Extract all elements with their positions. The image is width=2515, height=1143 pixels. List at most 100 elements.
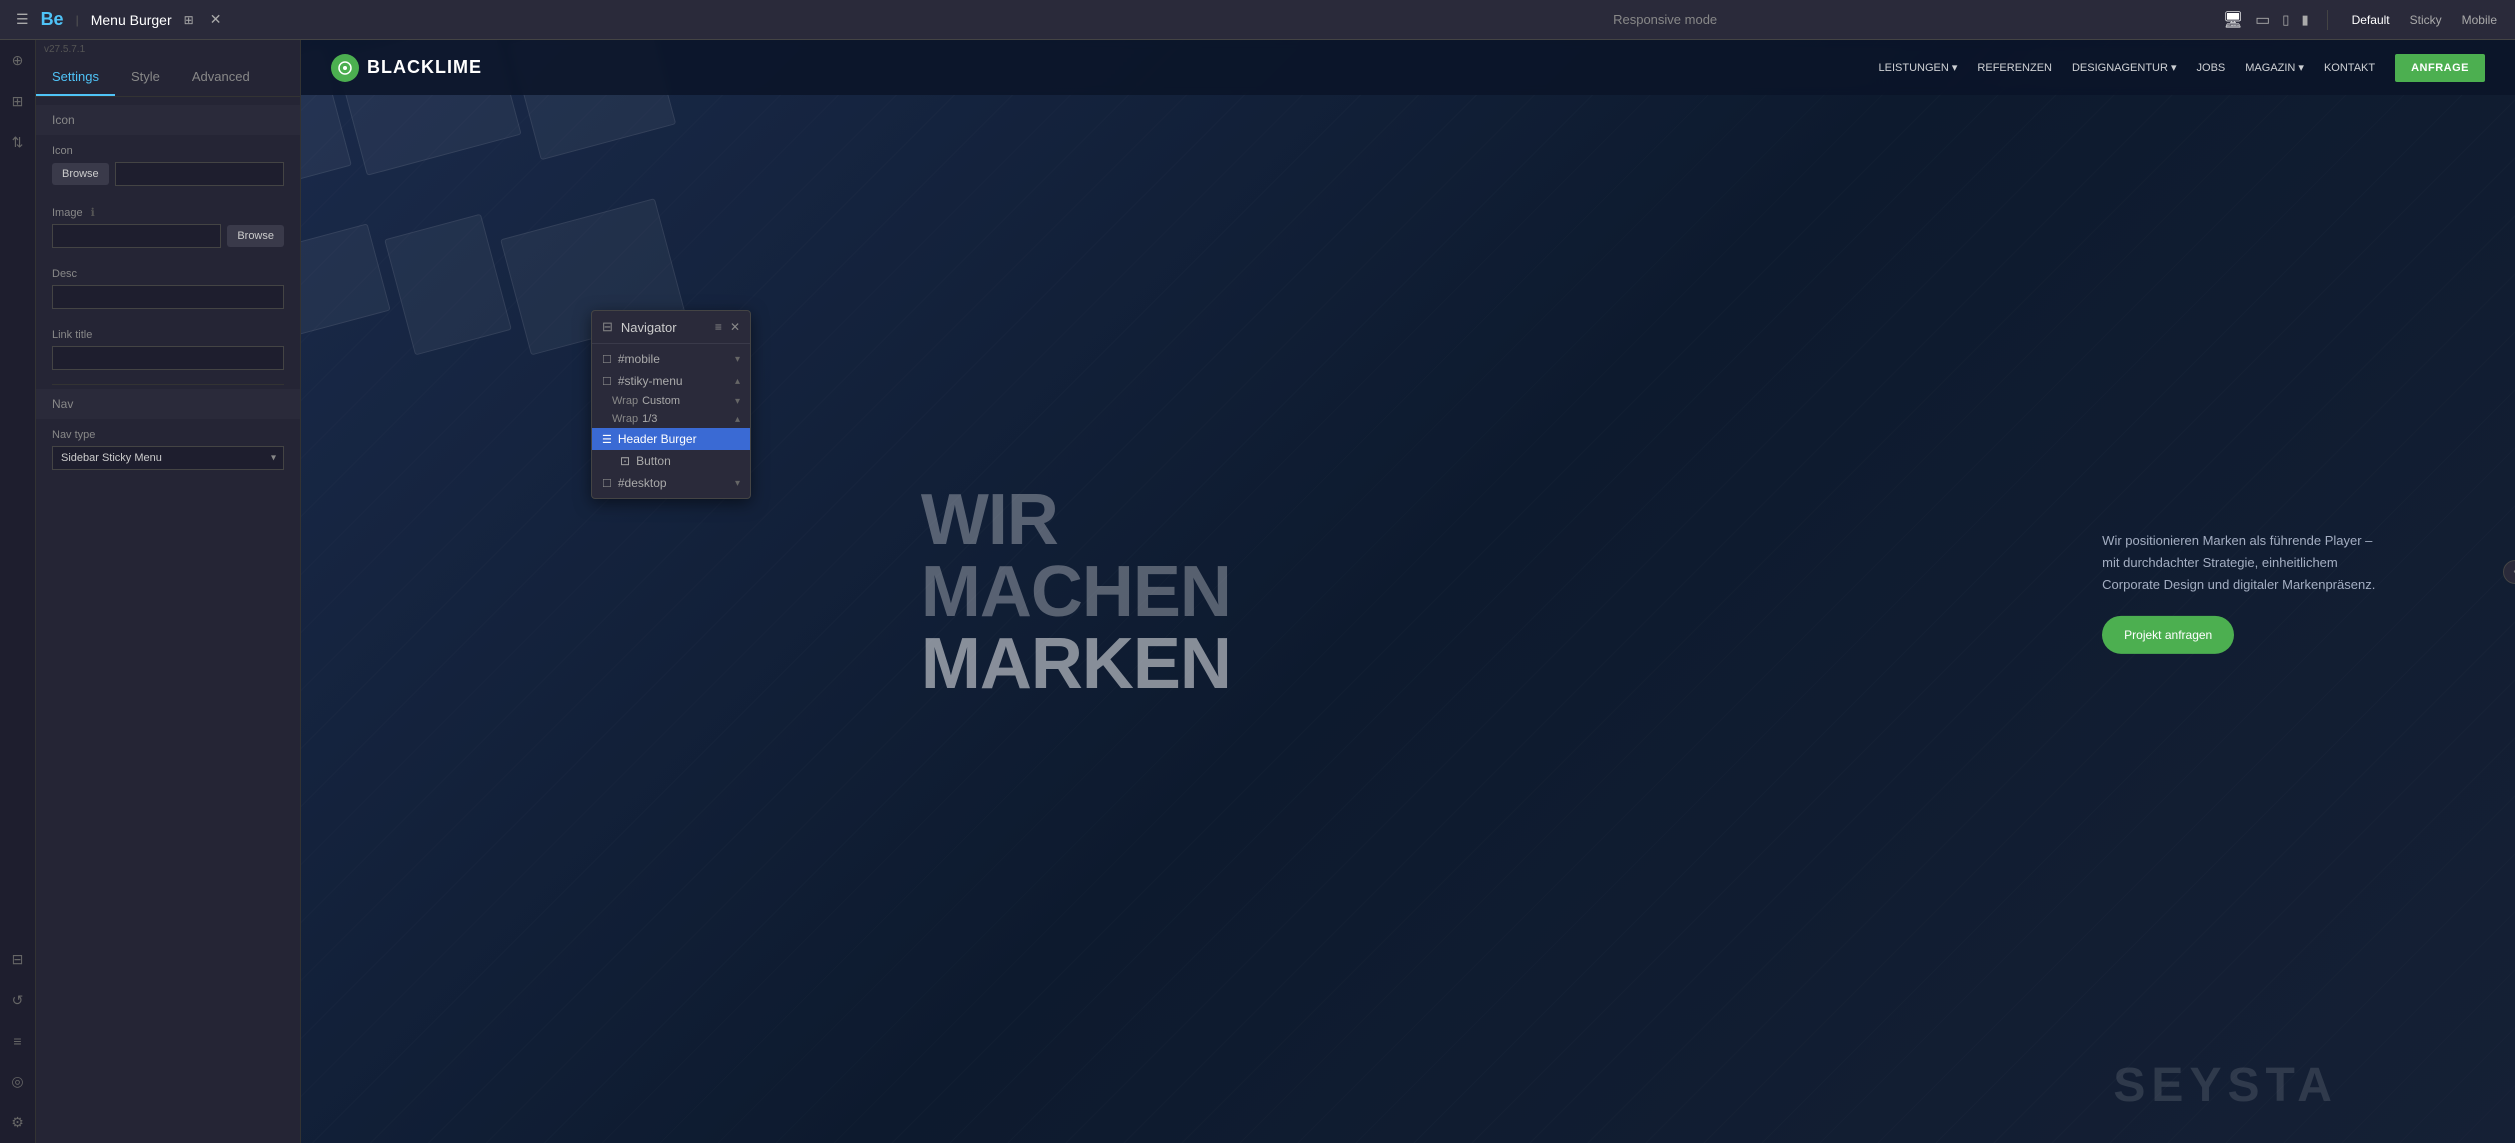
logo-circle — [331, 54, 359, 82]
sliders-icon[interactable]: ≡ — [9, 1029, 25, 1053]
nav-tree-sticky-menu[interactable]: ☐ #stiky-menu ▴ — [592, 370, 750, 392]
image-field-label: Image ℹ — [52, 206, 284, 219]
refresh-icon[interactable]: ↺ — [8, 988, 28, 1013]
wrap-13-row[interactable]: Wrap 1/3 ▴ — [592, 410, 750, 428]
nav-jobs[interactable]: JOBS — [2197, 62, 2226, 74]
sticky-view-btn[interactable]: Sticky — [2404, 11, 2448, 29]
hero-content: WIR MACHEN MARKEN — [921, 484, 1231, 700]
desc-text-input[interactable] — [52, 285, 284, 309]
hero-right: Wir positionieren Marken als führende Pl… — [2102, 529, 2382, 653]
site-logo-text: BLACKLIME — [367, 57, 482, 78]
mobile-icon[interactable]: ▮ — [2301, 12, 2308, 28]
image-field-row: Browse — [52, 224, 284, 248]
desc-field-group: Desc — [36, 258, 300, 319]
divider — [52, 384, 284, 385]
wrap-custom-row[interactable]: Wrap Custom ▾ — [592, 392, 750, 410]
mobile-view-btn[interactable]: Mobile — [2456, 11, 2503, 29]
panel-content: Icon Icon Browse Image ℹ — [36, 97, 300, 1143]
nav-referenzen[interactable]: REFERENZEN — [1977, 62, 2052, 74]
version-label: v27.5.7.1 — [36, 40, 300, 59]
top-bar: ☰ Be | Menu Burger ⊞ ✕ Responsive mode 🖥… — [0, 0, 2515, 40]
sticky-arrow: ▴ — [735, 376, 740, 387]
nav-tree-desktop[interactable]: ☐ #desktop ▾ — [592, 472, 750, 494]
nav-magazin[interactable]: MAGAZIN ▾ — [2245, 61, 2304, 74]
icon-text-input[interactable] — [115, 162, 284, 186]
expand-icon[interactable]: ⊞ — [180, 9, 198, 31]
image-text-input[interactable] — [52, 224, 221, 248]
nav-type-select-wrapper: Sidebar Sticky Menu ▾ — [52, 446, 284, 470]
tab-settings[interactable]: Settings — [36, 59, 115, 96]
tablet-portrait-icon[interactable]: ▯ — [2282, 12, 2289, 28]
nav-tree-mobile[interactable]: ☐ #mobile ▾ — [592, 348, 750, 370]
responsive-mode-label: Responsive mode — [1613, 12, 1717, 27]
header-burger-label: Header Burger — [618, 432, 740, 446]
page-title: Menu Burger — [91, 12, 172, 28]
wrap-13-label: Wrap — [612, 413, 638, 425]
hero-line-3: MARKEN — [921, 628, 1231, 700]
layers2-icon[interactable]: ⊟ — [8, 947, 28, 972]
responsive-icons: 🖥 ▭ ▯ ▮ — [2223, 10, 2309, 30]
site-nav: LEISTUNGEN ▾ REFERENZEN DESIGNAGENTUR ▾ … — [1879, 54, 2485, 82]
mobile-arrow: ▾ — [735, 354, 740, 365]
navigator-close-icon[interactable]: ✕ — [730, 320, 740, 334]
nav-type-field-group: Nav type Sidebar Sticky Menu ▾ — [36, 419, 300, 480]
separator: | — [76, 13, 79, 27]
nav-type-select[interactable]: Sidebar Sticky Menu — [52, 446, 284, 470]
settings-icon[interactable]: ⚙ — [7, 1110, 28, 1135]
site-header: BLACKLIME LEISTUNGEN ▾ REFERENZEN DESIGN… — [301, 40, 2515, 95]
wrap-13-value: 1/3 — [642, 413, 657, 425]
icon-field-label: Icon — [52, 145, 284, 157]
transfer-icon[interactable]: ⇅ — [8, 130, 28, 155]
icon-browse-button[interactable]: Browse — [52, 163, 109, 185]
left-panel: v27.5.7.1 Settings Style Advanced Icon I… — [36, 40, 301, 1143]
image-info-icon: ℹ — [91, 206, 95, 219]
nav-tree-button[interactable]: ⊡ Button — [592, 450, 750, 472]
link-title-input[interactable] — [52, 346, 284, 370]
page-icon-desktop: ☐ — [602, 477, 612, 490]
hero-line-1: WIR — [921, 484, 1231, 556]
hero-line-2: MACHEN — [921, 556, 1231, 628]
link-title-field-group: Link title — [36, 319, 300, 380]
app-logo: Be — [41, 9, 64, 30]
close-icon[interactable]: ✕ — [206, 7, 226, 32]
navigator-list-icon: ⊟ — [602, 319, 613, 335]
globe-icon[interactable]: ◎ — [7, 1069, 27, 1094]
nav-tree-header-burger[interactable]: ☰ Header Burger — [592, 428, 750, 450]
desc-field-label: Desc — [52, 268, 284, 280]
main-layout: ⊕ ⊞ ⇅ ⊟ ↺ ≡ ◎ ⚙ v27.5.7.1 Settings Style… — [0, 40, 2515, 1143]
preview-area: BLACKLIME LEISTUNGEN ▾ REFERENZEN DESIGN… — [301, 40, 2515, 1143]
projekt-anfragen-button[interactable]: Projekt anfragen — [2102, 616, 2234, 654]
desktop-arrow: ▾ — [735, 478, 740, 489]
nav-kontakt[interactable]: KONTAKT — [2324, 62, 2375, 74]
link-title-field-label: Link title — [52, 329, 284, 341]
desktop-icon[interactable]: 🖥 — [2223, 10, 2243, 30]
hamburger-menu-icon[interactable]: ☰ — [12, 7, 33, 32]
section-header-label: Icon — [52, 113, 75, 127]
nav-section-header[interactable]: Nav — [36, 389, 300, 419]
far-left-sidebar: ⊕ ⊞ ⇅ ⊟ ↺ ≡ ◎ ⚙ — [0, 40, 36, 1143]
navigator-menu-icon[interactable]: ≡ — [715, 320, 722, 334]
add-icon[interactable]: ⊕ — [8, 48, 28, 73]
layers-icon[interactable]: ⊞ — [8, 89, 28, 114]
image-browse-button[interactable]: Browse — [227, 225, 284, 247]
tab-style[interactable]: Style — [115, 59, 176, 96]
sticky-label: #stiky-menu — [618, 374, 729, 388]
nav-tree: ☐ #mobile ▾ ☐ #stiky-menu ▴ Wrap Custom … — [592, 344, 750, 498]
mobile-label: #mobile — [618, 352, 729, 366]
wrap-custom-value: Custom — [642, 395, 680, 407]
nav-designagentur[interactable]: DESIGNAGENTUR ▾ — [2072, 61, 2177, 74]
tablet-landscape-icon[interactable]: ▭ — [2255, 10, 2270, 30]
wrap-custom-label: Wrap — [612, 395, 638, 407]
tab-advanced[interactable]: Advanced — [176, 59, 266, 96]
icon-section-header[interactable]: Icon — [36, 105, 300, 135]
image-field-group: Image ℹ Browse — [36, 196, 300, 258]
icon-field-group: Icon Browse — [36, 135, 300, 196]
page-icon-mobile: ☐ — [602, 353, 612, 366]
page-icon-sticky: ☐ — [602, 375, 612, 388]
anfrage-button[interactable]: ANFRAGE — [2395, 54, 2485, 82]
navigator-panel: ⊟ Navigator ≡ ✕ ☐ #mobile ▾ ☐ #stiky-men… — [591, 310, 751, 499]
desktop-label: #desktop — [618, 476, 729, 490]
nav-type-label: Nav type — [52, 429, 284, 441]
default-view-btn[interactable]: Default — [2346, 11, 2396, 29]
nav-leistungen[interactable]: LEISTUNGEN ▾ — [1879, 61, 1958, 74]
